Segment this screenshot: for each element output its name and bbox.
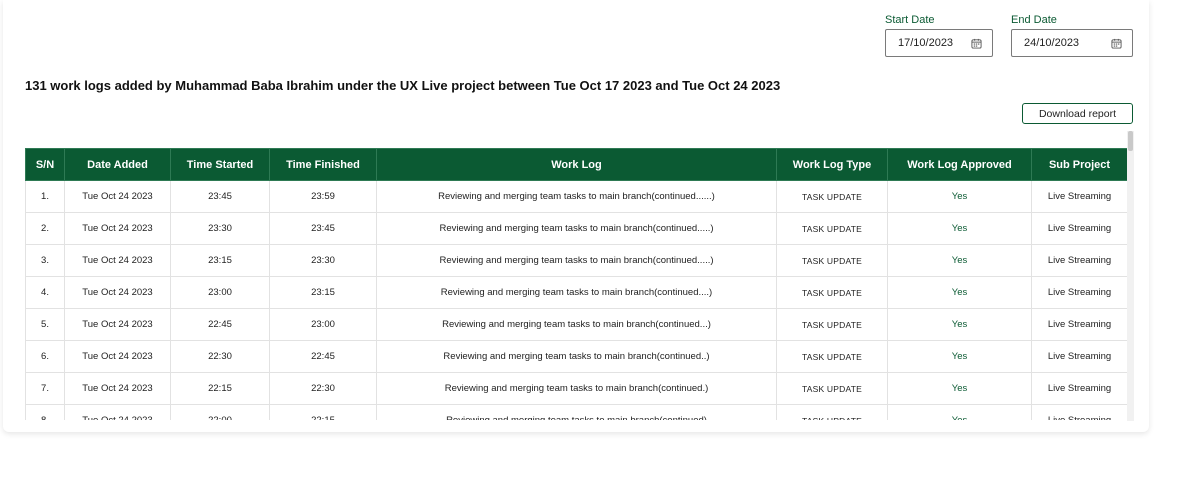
cell-sn: 4. — [25, 276, 65, 309]
cell-date-added: Tue Oct 24 2023 — [64, 372, 171, 405]
cell-sn: 7. — [25, 372, 65, 405]
cell-work-log: Reviewing and merging team tasks to main… — [376, 340, 777, 373]
end-date-value: 24/10/2023 — [1024, 37, 1080, 49]
cell-sn: 3. — [25, 244, 65, 277]
cell-date-added: Tue Oct 24 2023 — [64, 276, 171, 309]
column-header-time-finished: Time Finished — [269, 148, 377, 181]
cell-time-finished: 22:15 — [269, 404, 377, 420]
cell-time-finished: 23:15 — [269, 276, 377, 309]
cell-sub-project: Live Streaming — [1031, 340, 1127, 373]
table-row[interactable]: 3. Tue Oct 24 2023 23:15 23:30 Reviewing and… — [25, 244, 1127, 277]
cell-sn: 2. — [25, 212, 65, 245]
cell-time-finished: 23:59 — [269, 180, 377, 213]
cell-work-log-approved: Yes — [887, 212, 1032, 245]
cell-sub-project: Live Streaming — [1031, 404, 1127, 420]
column-header-work-log: Work Log — [376, 148, 777, 181]
table-row[interactable]: 4. Tue Oct 24 2023 23:00 23:15 Reviewing and… — [25, 276, 1127, 309]
cell-work-log-type: TASK UPDATE — [776, 372, 888, 405]
cell-work-log: Reviewing and merging team tasks to main… — [376, 372, 777, 405]
cell-time-started: 22:30 — [170, 340, 270, 373]
cell-work-log-approved: Yes — [887, 180, 1032, 213]
end-date-input[interactable]: 24/10/2023 — [1011, 29, 1133, 57]
end-date-label: End Date — [1011, 14, 1057, 26]
column-header-work-log-type: Work Log Type — [776, 148, 888, 181]
table-row[interactable]: 1. Tue Oct 24 2023 23:45 23:59 Reviewing and… — [25, 180, 1127, 213]
cell-work-log-type: TASK UPDATE — [776, 212, 888, 245]
cell-work-log: Reviewing and merging team tasks to main… — [376, 276, 777, 309]
cell-date-added: Tue Oct 24 2023 — [64, 244, 171, 277]
cell-work-log-type: TASK UPDATE — [776, 276, 888, 309]
cell-work-log-approved: Yes — [887, 244, 1032, 277]
cell-sn: 8. — [25, 404, 65, 420]
cell-time-started: 23:15 — [170, 244, 270, 277]
start-date-value: 17/10/2023 — [898, 37, 954, 49]
column-header-time-started: Time Started — [170, 148, 270, 181]
cell-time-finished: 23:00 — [269, 308, 377, 341]
cell-sn: 6. — [25, 340, 65, 373]
cell-date-added: Tue Oct 24 2023 — [64, 180, 171, 213]
cell-work-log-type: TASK UPDATE — [776, 308, 888, 341]
cell-work-log-approved: Yes — [887, 308, 1032, 341]
cell-time-started: 23:00 — [170, 276, 270, 309]
cell-work-log: Reviewing and merging team tasks to main… — [376, 244, 777, 277]
download-report-button[interactable]: Download report — [1022, 103, 1133, 124]
cell-sn: 5. — [25, 308, 65, 341]
column-header-work-log-approved: Work Log Approved — [887, 148, 1032, 181]
cell-sub-project: Live Streaming — [1031, 180, 1127, 213]
cell-work-log: Reviewing and merging team tasks to main… — [376, 404, 777, 420]
column-header-sn: S/N — [25, 148, 65, 181]
table-row[interactable]: 8.Tue Oct 24 202322:0022:15Reviewing and… — [25, 404, 1127, 420]
cell-sub-project: Live Streaming — [1031, 276, 1127, 309]
cell-time-finished: 22:30 — [269, 372, 377, 405]
table-row[interactable]: 5. Tue Oct 24 2023 22:45 23:00 Reviewing and… — [25, 308, 1127, 341]
cell-sub-project: Live Streaming — [1031, 372, 1127, 405]
cell-time-finished: 23:45 — [269, 212, 377, 245]
cell-work-log: Reviewing and merging team tasks to main… — [376, 180, 777, 213]
cell-time-finished: 22:45 — [269, 340, 377, 373]
table-body: 1. Tue Oct 24 2023 23:45 23:59 Reviewing and… — [25, 180, 1127, 420]
cell-time-finished: 23:30 — [269, 244, 377, 277]
cell-sn: 1. — [25, 180, 65, 213]
cell-date-added: Tue Oct 24 2023 — [64, 212, 171, 245]
table-row[interactable]: 6. Tue Oct 24 2023 22:30 22:45 Reviewing and… — [25, 340, 1127, 373]
cell-work-log-type: TASK UPDATE — [776, 180, 888, 213]
table-header-row: S/N Date Added Time Started Time Finished Wo… — [25, 148, 1127, 181]
table-row[interactable]: 2. Tue Oct 24 2023 23:30 23:45 Reviewing and… — [25, 212, 1127, 245]
table-row[interactable]: 7. Tue Oct 24 2023 22:15 22:30 Reviewing and… — [25, 372, 1127, 405]
cell-work-log-approved: Yes — [887, 276, 1032, 309]
start-date-input[interactable]: 17/10/2023 — [885, 29, 993, 57]
cell-time-started: 23:45 — [170, 180, 270, 213]
cell-work-log: Reviewing and merging team tasks to main… — [376, 212, 777, 245]
work-log-report-card: Start Date 17/10/2023 End Date 24/10/202… — [3, 0, 1149, 432]
cell-time-started: 23:30 — [170, 212, 270, 245]
cell-work-log-approved: Yes — [887, 372, 1032, 405]
column-header-date-added: Date Added — [64, 148, 171, 181]
scrollbar-thumb[interactable] — [1128, 131, 1133, 151]
cell-date-added: Tue Oct 24 2023 — [64, 340, 171, 373]
cell-time-started: 22:15 — [170, 372, 270, 405]
calendar-icon[interactable] — [971, 38, 982, 49]
cell-work-log: Reviewing and merging team tasks to main… — [376, 308, 777, 341]
cell-work-log-approved: Yes — [887, 340, 1032, 373]
cell-sub-project: Live Streaming — [1031, 308, 1127, 341]
calendar-icon[interactable] — [1111, 38, 1122, 49]
column-header-sub-project: Sub Project — [1031, 148, 1127, 181]
cell-work-log-type: TASK UPDATE — [776, 340, 888, 373]
cell-work-log-approved: Yes — [887, 404, 1032, 420]
end-date-filter: End Date 24/10/2023 — [1011, 14, 1133, 57]
cell-date-added: Tue Oct 24 2023 — [64, 308, 171, 341]
cell-date-added: Tue Oct 24 2023 — [64, 404, 171, 420]
cell-time-started: 22:45 — [170, 308, 270, 341]
table-scrollbar[interactable] — [1127, 131, 1134, 421]
start-date-label: Start Date — [885, 14, 935, 26]
cell-time-started: 22:00 — [170, 404, 270, 420]
cell-sub-project: Live Streaming — [1031, 212, 1127, 245]
cell-sub-project: Live Streaming — [1031, 244, 1127, 277]
report-summary: 131 work logs added by Muhammad Baba Ibr… — [25, 78, 781, 93]
cell-work-log-type: TASK UPDATE — [776, 244, 888, 277]
cell-work-log-type: TASK UPDATE — [776, 404, 888, 420]
work-log-table: S/N Date Added Time Started Time Finished Wo… — [25, 148, 1127, 420]
start-date-filter: Start Date 17/10/2023 — [885, 14, 993, 57]
work-log-table-container: S/N Date Added Time Started Time Finished Wo… — [25, 148, 1127, 420]
